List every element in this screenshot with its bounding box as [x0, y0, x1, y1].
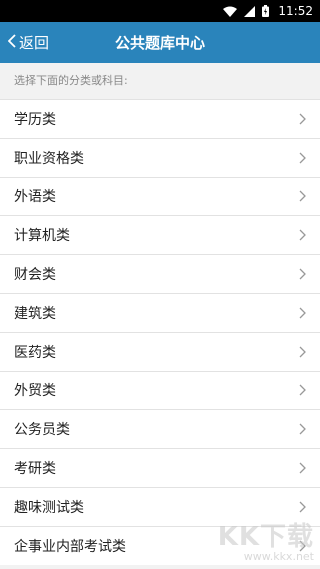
list-item-label: 外语类	[14, 189, 56, 206]
chevron-right-icon	[299, 307, 306, 319]
chevron-right-icon	[299, 152, 306, 164]
list-item[interactable]: 考研类	[0, 448, 320, 487]
list-item-label: 外贸类	[14, 383, 56, 400]
chevron-right-icon	[299, 229, 306, 241]
chevron-right-icon	[299, 462, 306, 474]
list-item-label: 趣味测试类	[14, 499, 84, 516]
list-item-label: 公务员类	[14, 422, 70, 439]
list-item-label: 职业资格类	[14, 150, 84, 167]
list-item[interactable]: 学历类	[0, 99, 320, 138]
list-item[interactable]: 公务员类	[0, 409, 320, 449]
watermark-logo: KK下载	[217, 522, 314, 552]
watermark: KK下载 www.kkx.net	[218, 523, 314, 563]
chevron-right-icon	[299, 346, 306, 358]
list-item-label: 考研类	[14, 461, 56, 478]
list-item[interactable]: 外贸类	[0, 370, 320, 410]
chevron-right-icon	[299, 423, 306, 435]
chevron-right-icon	[299, 190, 306, 202]
chevron-right-icon	[299, 501, 306, 513]
list-item-label: 财会类	[14, 267, 56, 284]
chevron-left-icon	[7, 33, 19, 52]
watermark-url: www.kkx.net	[243, 550, 314, 563]
list-item[interactable]: 计算机类	[0, 215, 320, 255]
list-item-label: 计算机类	[14, 228, 70, 245]
list-item[interactable]: 外语类	[0, 176, 320, 216]
hint-text: 选择下面的分类或科目:	[0, 63, 320, 99]
list-item-label: 学历类	[14, 111, 56, 128]
list-item[interactable]: 医药类	[0, 331, 320, 371]
wifi-icon	[223, 6, 238, 17]
page-title: 公共题库中心	[114, 34, 205, 52]
chevron-right-icon	[299, 113, 306, 125]
list-item-label: 建筑类	[14, 305, 56, 322]
signal-icon	[244, 5, 256, 17]
list-item[interactable]: 职业资格类	[0, 137, 320, 177]
list-item-label: 医药类	[14, 344, 56, 361]
title-bar: 返回 公共题库中心	[0, 22, 320, 63]
chevron-right-icon	[299, 268, 306, 280]
back-button[interactable]: 返回	[7, 22, 50, 63]
battery-icon	[262, 5, 270, 17]
status-bar: 11:52	[0, 0, 320, 22]
list-item[interactable]: 财会类	[0, 254, 320, 293]
back-label: 返回	[19, 34, 50, 52]
list-item-label: 企事业内部考试类	[14, 538, 126, 555]
list-item[interactable]: 趣味测试类	[0, 486, 320, 526]
category-list: 学历类职业资格类外语类计算机类财会类建筑类医药类外贸类公务员类考研类趣味测试类企…	[0, 99, 320, 565]
chevron-right-icon	[299, 384, 306, 396]
list-item[interactable]: 建筑类	[0, 292, 320, 332]
status-time: 11:52	[278, 4, 313, 18]
